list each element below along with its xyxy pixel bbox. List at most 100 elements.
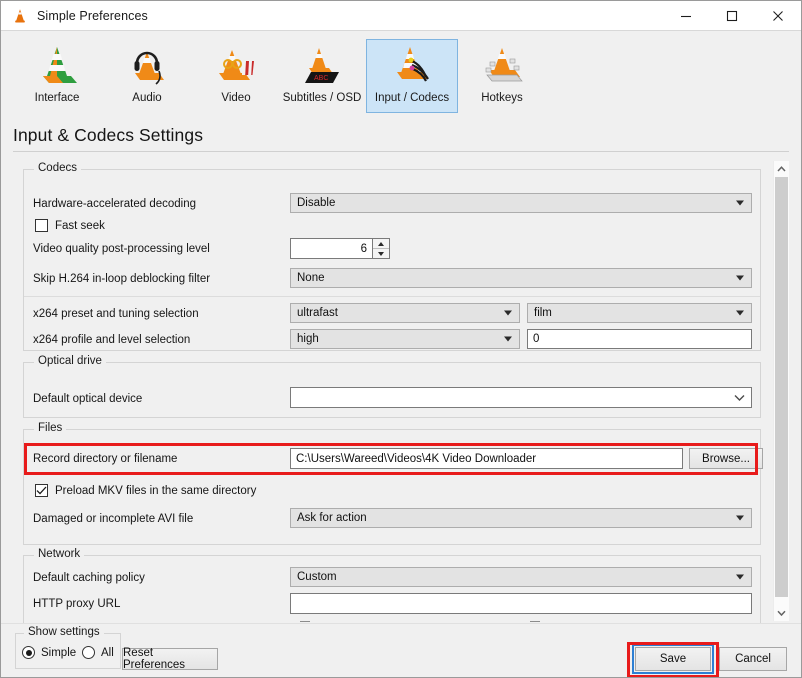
combo-damaged-avi[interactable]: Ask for action (290, 508, 752, 528)
save-button[interactable]: Save (635, 647, 711, 671)
combo-default-optical-device[interactable] (290, 387, 752, 408)
chevron-down-icon (736, 200, 744, 206)
tab-hotkeys[interactable]: Hotkeys (456, 39, 548, 113)
spinner-decrement-button[interactable] (373, 249, 389, 258)
checkbox-label: Fast seek (55, 219, 105, 232)
radio-dot (25, 649, 32, 656)
group-legend-optical: Optical drive (34, 355, 106, 367)
title-divider (13, 151, 789, 152)
combo-value: ultrafast (297, 307, 338, 319)
close-button[interactable] (755, 1, 801, 31)
footer-bar: Show settings Simple All Reset Preferenc… (1, 623, 801, 677)
checkbox-fast-seek[interactable]: Fast seek (35, 219, 105, 232)
combo-value: Disable (297, 197, 336, 209)
field-value: 0 (533, 333, 540, 345)
chevron-down-icon (504, 336, 512, 342)
spinner-post-processing[interactable]: 6 (290, 238, 390, 259)
chevron-down-icon (504, 310, 512, 316)
vlc-cone-icon (15, 8, 25, 22)
combo-deblocking-filter[interactable]: None (290, 268, 752, 288)
field-value: C:\Users\Wareed\Videos\4K Video Download… (296, 452, 537, 465)
titlebar: Simple Preferences (1, 1, 801, 31)
minimize-button[interactable] (663, 1, 709, 31)
reset-preferences-button[interactable]: Reset Preferences (122, 647, 218, 671)
combo-hardware-decoding[interactable]: Disable (290, 193, 752, 213)
scrollbar-thumb[interactable] (775, 177, 788, 597)
vlc-cone-interface-icon (43, 47, 77, 83)
tab-label: Hotkeys (481, 92, 523, 104)
label-x264-preset: x264 preset and tuning selection (33, 308, 199, 320)
vlc-cone-keyboard-icon (485, 48, 523, 82)
field-record-directory[interactable]: C:\Users\Wareed\Videos\4K Video Download… (290, 448, 683, 469)
tab-label: Input / Codecs (374, 92, 450, 104)
codecs-inner-divider (24, 296, 760, 297)
reset-preferences-label: Reset Preferences (123, 647, 186, 671)
label-caching-policy: Default caching policy (33, 572, 145, 584)
combo-value: high (297, 333, 319, 345)
field-x264-level[interactable]: 0 (527, 329, 752, 349)
combo-x264-preset[interactable]: ultrafast (290, 303, 520, 323)
group-legend-files: Files (34, 422, 67, 434)
window-title: Simple Preferences (37, 8, 148, 23)
browse-button-label: Browse... (702, 452, 750, 465)
triangle-down-icon (378, 251, 384, 256)
clipped-row-hint-left (300, 621, 310, 622)
radio-label: Simple (41, 646, 77, 659)
chevron-down-icon (736, 310, 744, 316)
tab-label: Interface (34, 92, 80, 104)
show-settings-group: Show settings Simple All (15, 626, 121, 669)
radio-button (82, 646, 95, 659)
radio-simple[interactable]: Simple (22, 646, 76, 659)
combo-x264-profile[interactable]: high (290, 329, 520, 349)
combo-value: film (534, 307, 552, 319)
scroll-up-button[interactable] (774, 161, 789, 177)
cancel-button[interactable]: Cancel (719, 647, 787, 671)
vlc-cone-subtitles-icon: ABC (305, 48, 339, 83)
vlc-cone-cables-icon (397, 47, 429, 82)
tab-label: Audio (132, 92, 162, 104)
chevron-up-icon (777, 166, 786, 172)
tab-subtitles-osd[interactable]: ABC Subtitles / OSD (276, 39, 368, 113)
scroll-down-button[interactable] (774, 605, 789, 621)
checkbox-preload-mkv[interactable]: Preload MKV files in the same directory (35, 484, 256, 497)
combo-x264-tuning[interactable]: film (527, 303, 752, 323)
triangle-up-icon (378, 241, 384, 246)
combo-value: Ask for action (297, 512, 367, 524)
checkbox-box (35, 219, 48, 232)
vertical-scrollbar[interactable] (773, 161, 789, 621)
tab-label: Subtitles / OSD (282, 92, 362, 104)
radio-button (22, 646, 35, 659)
clipped-row-hint-right (530, 621, 540, 622)
maximize-button[interactable] (709, 1, 755, 31)
label-x264-profile: x264 profile and level selection (33, 334, 191, 346)
settings-scroll-area: Codecs Hardware-accelerated decoding Dis… (13, 157, 789, 623)
label-deblocking-filter: Skip H.264 in-loop deblocking filter (33, 273, 211, 285)
tab-video[interactable]: Video (190, 39, 282, 113)
label-damaged-avi: Damaged or incomplete AVI file (33, 513, 194, 525)
preferences-toolbar: Interface Audio Video ABC Subtitles / OS… (1, 31, 801, 119)
combo-value: Custom (297, 571, 337, 583)
combo-caching-policy[interactable]: Custom (290, 567, 752, 587)
browse-button[interactable]: Browse... (689, 448, 763, 469)
group-legend-codecs: Codecs (34, 162, 81, 174)
tab-interface[interactable]: Interface (11, 39, 103, 113)
field-http-proxy[interactable] (290, 593, 752, 614)
page-title: Input & Codecs Settings (13, 125, 204, 145)
checkbox-label: Preload MKV files in the same directory (55, 484, 257, 497)
save-button-label: Save (659, 653, 687, 665)
tab-input-codecs[interactable]: Input / Codecs (366, 39, 458, 113)
radio-all[interactable]: All (82, 646, 114, 659)
vlc-cone-glasses-icon (219, 50, 254, 80)
label-hardware-decoding: Hardware-accelerated decoding (33, 198, 197, 210)
tab-label: Video (221, 92, 251, 104)
chevron-down-icon (736, 515, 744, 521)
group-legend-network: Network (34, 548, 85, 560)
checkbox-box (35, 484, 48, 497)
radio-label: All (101, 646, 114, 659)
spinner-buttons (372, 239, 389, 258)
chevron-down-icon (736, 275, 744, 281)
chevron-down-icon (777, 610, 786, 616)
tab-audio[interactable]: Audio (101, 39, 193, 113)
cancel-button-label: Cancel (735, 653, 771, 665)
spinner-increment-button[interactable] (373, 239, 389, 249)
